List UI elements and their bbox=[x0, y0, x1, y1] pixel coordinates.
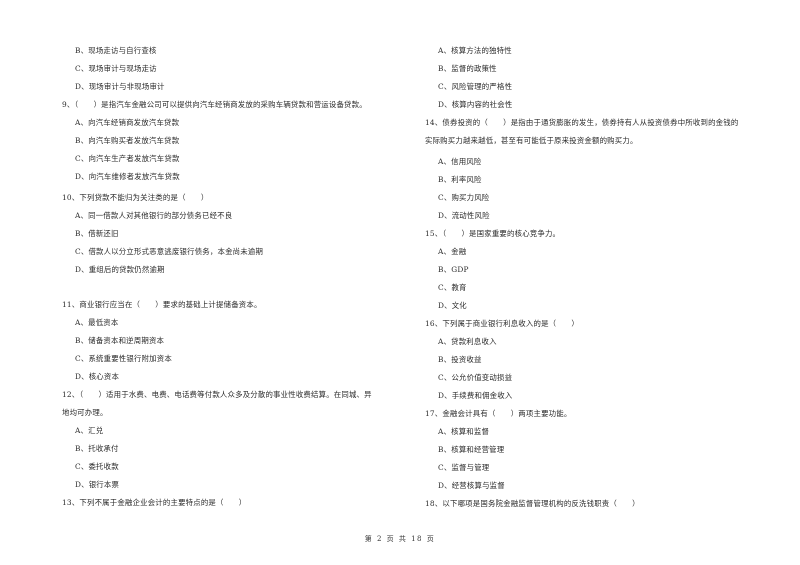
option-line: C、借款人以分立形式恶意逃废银行债务，本金尚未逾期 bbox=[75, 247, 264, 256]
option-line: C、监督与管理 bbox=[438, 463, 490, 472]
question-line: 12、（ ）适用于水费、电费、电话费等付款人众多及分散的事业性收费结算。在同城、… bbox=[62, 390, 372, 399]
option-line: D、手续费和佣金收入 bbox=[438, 391, 513, 400]
option-line: D、核心资本 bbox=[75, 372, 120, 381]
option-line: D、重组后的贷款仍然逾期 bbox=[75, 265, 165, 274]
option-line: A、同一借款人对其他银行的部分债务已经不良 bbox=[75, 211, 233, 220]
option-line: B、托收承付 bbox=[75, 444, 119, 453]
question-line: 17、金融会计具有（ ）两项主要功能。 bbox=[425, 409, 572, 418]
option-line: C、现场审计与现场走访 bbox=[75, 64, 157, 73]
option-line: A、金融 bbox=[438, 247, 467, 256]
option-line: D、流动性风险 bbox=[438, 211, 490, 220]
question-line: 15、（ ）是国家重要的核心竞争力。 bbox=[425, 229, 561, 238]
option-line: A、最低资本 bbox=[75, 318, 119, 327]
question-line: 18、以下哪项是国务院金融监督管理机构的反洗钱职责（ ） bbox=[425, 499, 640, 508]
option-line: C、购买力风险 bbox=[438, 193, 490, 202]
option-line: D、现场审计与非现场审计 bbox=[75, 82, 165, 91]
option-line: C、教育 bbox=[438, 283, 467, 292]
option-line: A、贷款利息收入 bbox=[438, 337, 497, 346]
option-line: B、核算和经营管理 bbox=[438, 445, 505, 454]
option-line: C、公允价值变动损益 bbox=[438, 373, 513, 382]
option-line: D、向汽车维修者发放汽车贷款 bbox=[75, 172, 180, 181]
option-line: B、借新还旧 bbox=[75, 229, 119, 238]
option-line: B、储备资本和逆周期资本 bbox=[75, 336, 165, 345]
option-line: A、向汽车经销商发放汽车贷款 bbox=[75, 118, 180, 127]
question-line: 16、下列属于商业银行利息收入的是（ ） bbox=[425, 319, 580, 328]
option-line: B、向汽车购买者发放汽车贷款 bbox=[75, 136, 180, 145]
option-line: B、监督的政策性 bbox=[438, 64, 497, 73]
option-line: B、利率风险 bbox=[438, 175, 482, 184]
option-line: D、银行本票 bbox=[75, 480, 120, 489]
question-line: 11、商业银行应当在（ ）要求的基础上计提储备资本。 bbox=[62, 300, 262, 309]
option-line: C、系统重要性银行附加资本 bbox=[75, 354, 172, 363]
option-line: D、文化 bbox=[438, 301, 467, 310]
question-line: 14、债券投资的（ ）是指由于通货膨胀的发生，债券持有人从投资债券中所收到的金钱… bbox=[425, 118, 739, 127]
question-line: 13、下列不属于金融企业会计的主要特点的是（ ） bbox=[62, 498, 247, 507]
exam-page: B、现场走访与自行查核 C、现场审计与现场走访 D、现场审计与非现场审计 9、（… bbox=[0, 0, 800, 565]
option-line: A、汇兑 bbox=[75, 426, 104, 435]
question-line: 地均可办理。 bbox=[62, 408, 108, 417]
option-line: A、信用风险 bbox=[438, 157, 482, 166]
option-line: C、向汽车生产者发放汽车贷款 bbox=[75, 154, 180, 163]
option-line: C、委托收款 bbox=[75, 462, 119, 471]
question-line: 10、下列贷款不能归为关注类的是（ ） bbox=[62, 193, 209, 202]
option-line: A、核算方法的独特性 bbox=[438, 46, 512, 55]
page-number: 第 2 页 共 18 页 bbox=[364, 535, 436, 543]
option-line: B、GDP bbox=[438, 265, 469, 274]
option-line: B、现场走访与自行查核 bbox=[75, 46, 157, 55]
question-line: 9、（ ）是指汽车金融公司可以提供向汽车经销商发放的采购车辆贷款和营运设备贷款。 bbox=[62, 100, 367, 109]
question-line: 实际购买力越来越低，甚至有可能低于原来投资金额的购买力。 bbox=[425, 136, 638, 145]
option-line: D、核算内容的社会性 bbox=[438, 100, 513, 109]
option-line: D、经营核算与监督 bbox=[438, 481, 505, 490]
option-line: B、投资收益 bbox=[438, 355, 482, 364]
option-line: A、核算和监督 bbox=[438, 427, 490, 436]
option-line: C、风险管理的严格性 bbox=[438, 82, 513, 91]
